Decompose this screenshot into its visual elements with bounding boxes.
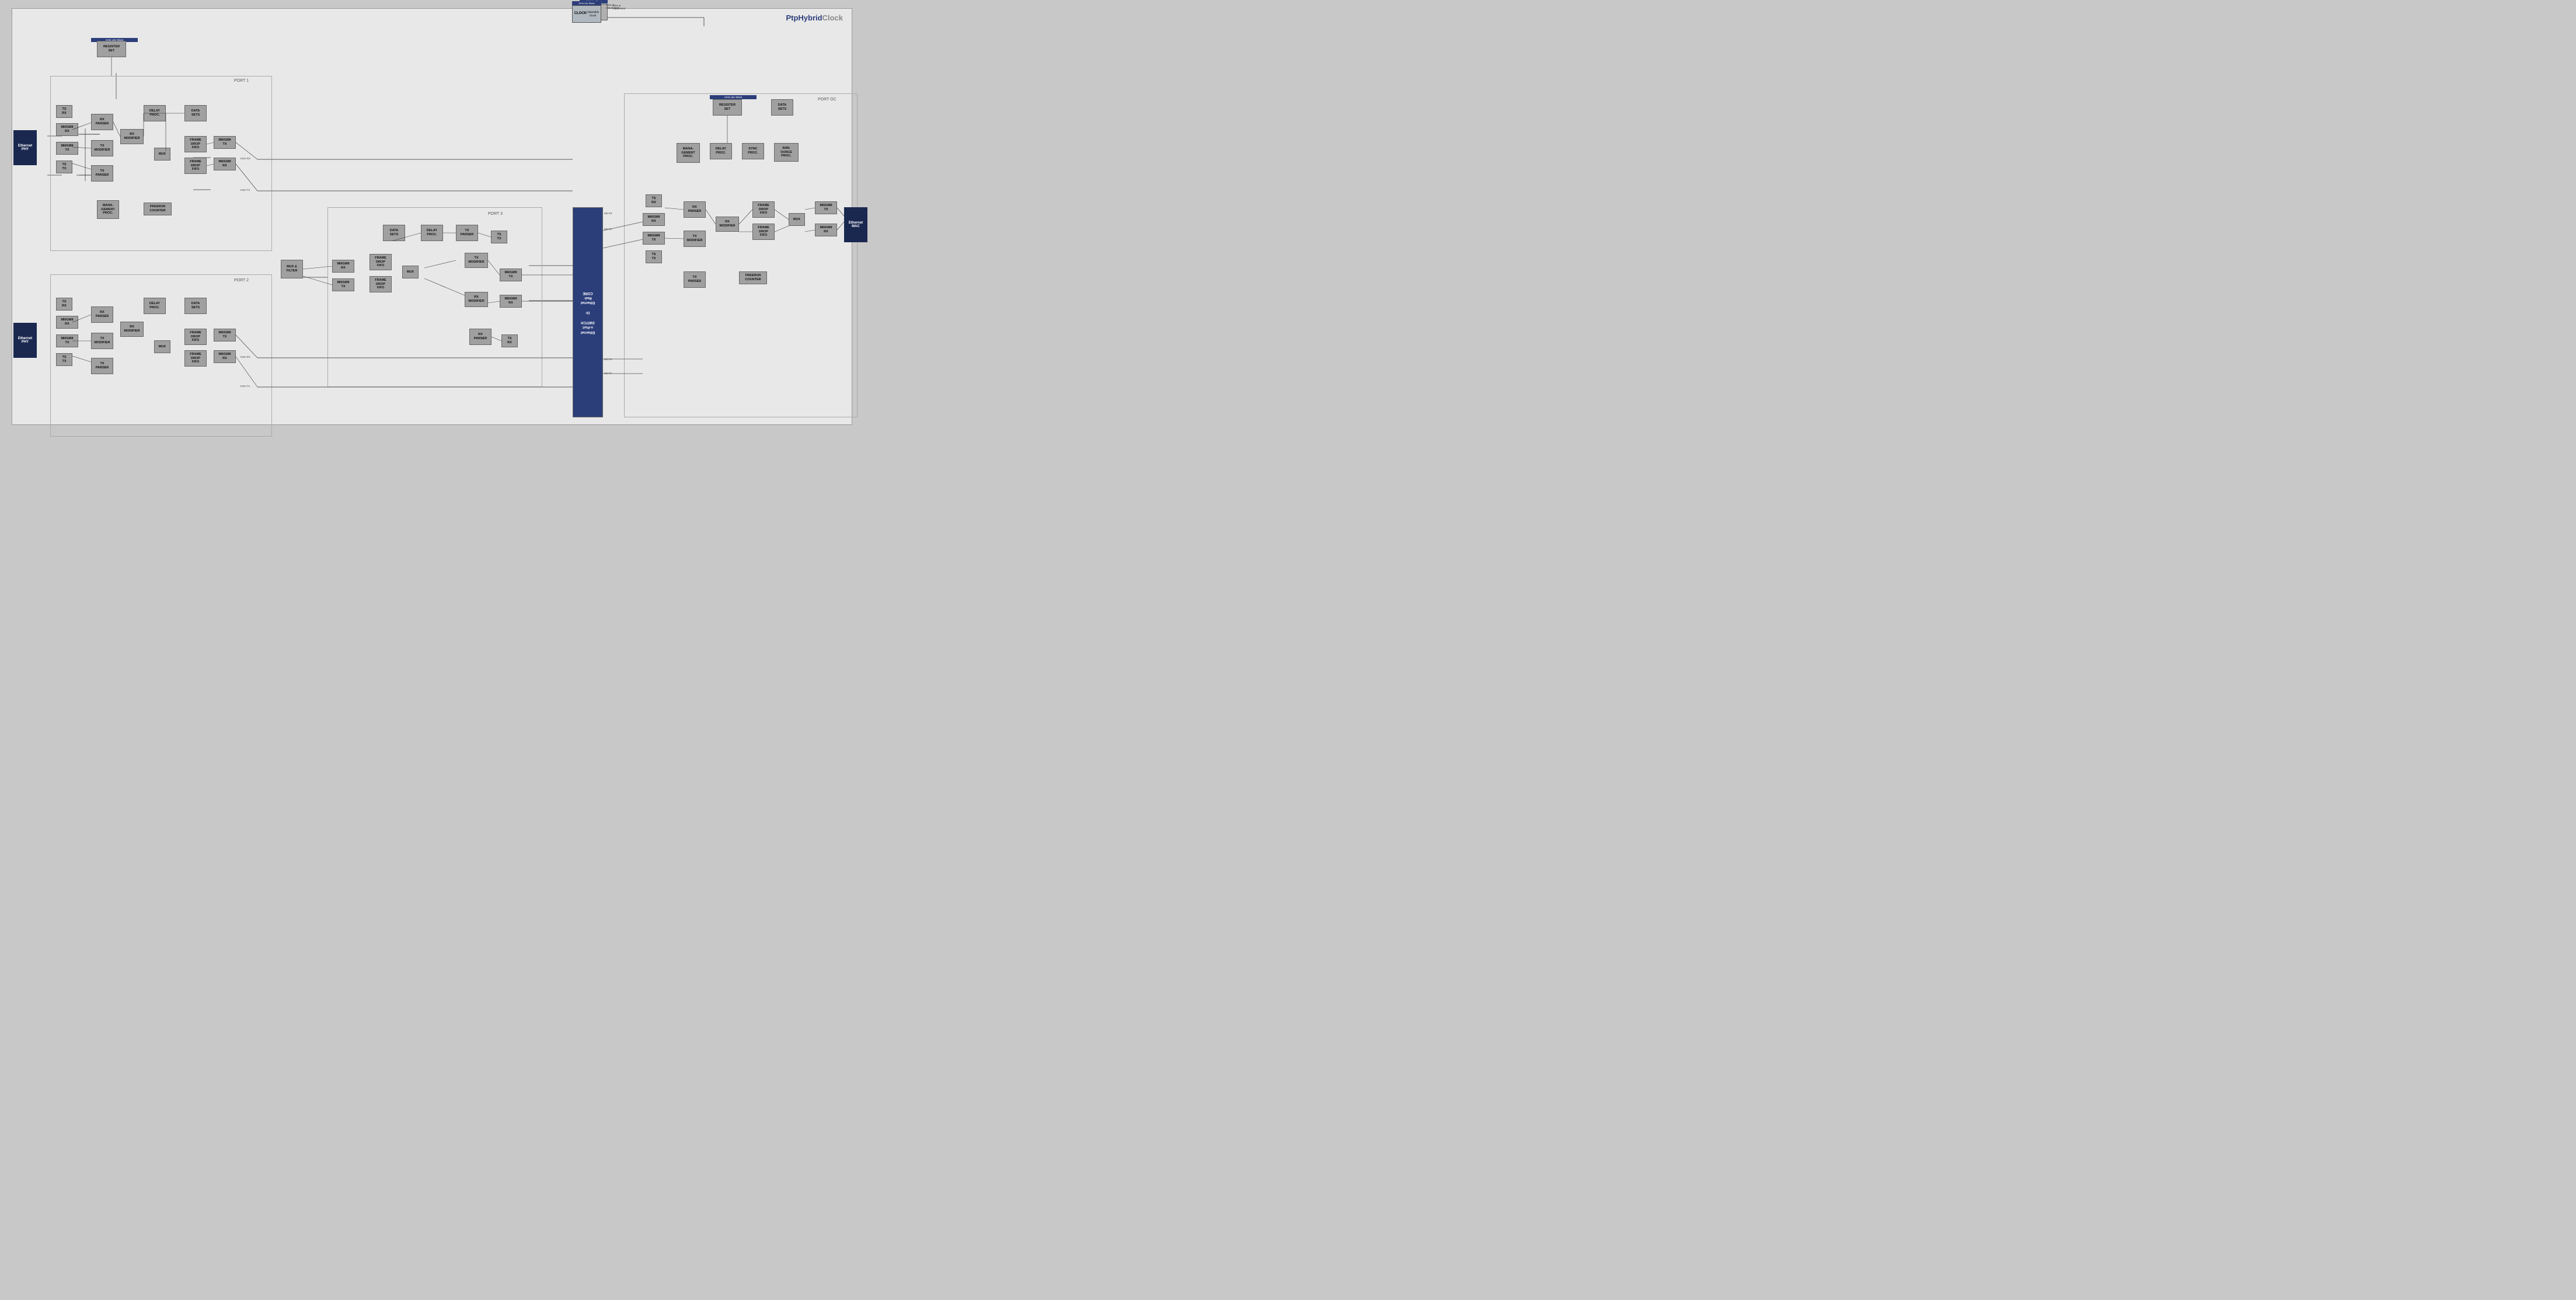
title: PtpHybridClock <box>786 13 843 22</box>
ts-rx-1: TSRX <box>56 105 72 118</box>
ts-tx-oc: TSTX <box>646 250 662 263</box>
ts-tx-1: TSTX <box>56 161 72 173</box>
mii-gmii-tx-3b: MII/GMIITX <box>500 269 522 281</box>
ann-ounce-proc-oc: ANN-OUNCEPROC. <box>774 143 799 162</box>
mii-gmii-tx-1: MII/GMIITX <box>56 142 78 155</box>
tx-modifier-1: TXMODIFIER <box>91 140 113 156</box>
data-sets-1: DATASETS <box>184 105 207 121</box>
delay-proc-3: DELAYPROC. <box>421 225 443 241</box>
tx-parser-2: TXPARSER <box>91 358 113 374</box>
tx-modifier-2: TXMODIFIER <box>91 333 113 349</box>
clock-axi-label: AXI4 Lite Slave <box>572 1 601 5</box>
mii-tx2-label: MII TX <box>604 372 612 375</box>
mii-gmii-rx-3a: MII/GMIIRX <box>332 260 354 273</box>
tx-modifier-3: TXMODIFIER <box>465 253 488 268</box>
delay-proc-2: DELAYPROC. <box>144 298 166 314</box>
title-clock: Clock <box>822 13 843 22</box>
mux-2: MUX <box>154 340 170 353</box>
port1-label: PORT 1 <box>234 79 249 83</box>
rx-parser-3: RXPARSER <box>469 329 492 345</box>
tx-modifier-oc: TXMODIFIER <box>684 231 706 247</box>
port3-label: PORT 3 <box>488 212 503 216</box>
mii-gmii-tx-oc-a: MII/GMIITX <box>643 232 665 245</box>
mii-rx-label: MII RX <box>604 212 612 215</box>
tx-parser-3: TXPARSER <box>456 225 478 241</box>
mii-gmii-rx-oc-b: MII/GMIIRX <box>815 224 837 236</box>
ethernet-mac: EthernetMAC <box>844 207 867 242</box>
mii-rx2-label: MII RX <box>604 358 612 361</box>
ethernet-phy-1: EthernetPHY <box>13 130 37 165</box>
axis-rx-label-1: AXIS RX <box>240 157 250 160</box>
rx-modifier-oc: RXMODIFIER <box>716 217 739 232</box>
mii-gmii-rx-1: MII/GMIIRX <box>56 123 78 136</box>
sync-proc-oc: SYNCPROC. <box>742 143 764 159</box>
tx-parser-1: TXPARSER <box>91 165 113 182</box>
register-set-oc: REGISTERSET <box>713 99 742 116</box>
clock-time-adjust-label: Time &Adjustment <box>606 4 619 9</box>
tx-parser-oc: TXPARSER <box>684 271 706 288</box>
delay-proc-oc: DELAYPROC. <box>710 143 732 159</box>
mii-gmii-rx-2b: MII/GMIIRX <box>214 350 236 363</box>
ts-rx-3: TSRX <box>501 334 518 347</box>
title-ptp: Ptp <box>786 13 798 22</box>
ethernet-switch: Ethernetn-PortSWITCHOrEthernetRed-CORE <box>573 207 603 417</box>
rx-parser-oc: RXPARSER <box>684 201 706 218</box>
mii-gmii-tx-2b: MII/GMIITX <box>214 329 236 341</box>
rx-modifier-3: RXMODIFIER <box>465 292 488 307</box>
port1-region <box>50 76 272 251</box>
frame-drop-fifo-2b: FRAMEDROPFIFO <box>184 350 207 367</box>
freerun-counter-1: FREERUNCOUNTER <box>144 203 172 215</box>
data-sets-oc: DATASETS <box>771 99 793 116</box>
frame-drop-fifo-2a: FRAMEDROPFIFO <box>184 329 207 345</box>
mii-gmii-rx-oc-a: MII/GMIIRX <box>643 213 665 226</box>
mux-filter: MUX &FILTER <box>281 260 303 278</box>
frame-drop-fifo-3a: FRAMEDROPFIFO <box>370 254 392 270</box>
mux-3: MUX <box>402 266 419 278</box>
axis-tx-label-1: AXIS TX <box>240 189 250 191</box>
frame-drop-fifo-1b: FRAMEDROPFIFO <box>184 158 207 174</box>
mii-gmii-rx-1b: MII/GMIIRX <box>214 158 236 170</box>
ts-tx-2: TSTX <box>56 353 72 366</box>
mii-gmii-tx-oc-b: MII/GMIITX <box>815 201 837 214</box>
axis-rx-label-2: AXIS RX <box>240 356 250 358</box>
data-sets-2: DATASETS <box>184 298 207 314</box>
port2-label: PORT 2 <box>234 278 249 283</box>
management-proc-oc: MANA-GEMENTPROC. <box>677 143 700 163</box>
mux-1: MUX <box>154 148 170 161</box>
rx-modifier-1: RXMODIFIER <box>120 129 144 144</box>
delay-proc-1: DELAYPROC. <box>144 105 166 121</box>
ethernet-phy-2: EthernetPHY <box>13 323 37 358</box>
ts-rx-oc: TSRX <box>646 194 662 207</box>
axis-tx-label-2: AXIS TX <box>240 385 250 388</box>
main-diagram: PtpHybridClock AXI4 Lite Slave CLOCKAdju… <box>12 8 852 425</box>
port-oc-label: PORT OC <box>818 97 836 102</box>
mii-gmii-rx-3b: MII/GMIIRX <box>500 295 522 308</box>
frame-drop-fifo-oc-b: FRAMEDROPFIFO <box>752 224 775 240</box>
frame-drop-fifo-3b: FRAMEDROPFIFO <box>370 276 392 292</box>
mii-gmii-tx-2: MII/GMIITX <box>56 334 78 347</box>
rx-parser-1: RXPARSER <box>91 114 113 130</box>
management-proc-1: MANA-GEMENTPROC. <box>97 200 119 219</box>
mii-gmii-tx-3a: MII/GMIITX <box>332 278 354 291</box>
mux-oc: MUX <box>789 213 805 226</box>
data-sets-3: DATASETS <box>383 225 405 241</box>
rx-parser-2: RXPARSER <box>91 306 113 323</box>
ts-tx-3: TSTX <box>491 231 507 243</box>
frame-drop-fifo-1a: FRAMEDROPFIFO <box>184 136 207 152</box>
mii-gmii-tx-1b: MII/GMIITX <box>214 136 236 149</box>
clock-section: AXI4 Lite Slave CLOCKAdjustableClock <box>572 1 601 23</box>
register-set-block: REGISTERSET <box>97 41 126 57</box>
rx-modifier-2: RXMODIFIER <box>120 322 144 337</box>
mii-tx-label: MII TX <box>604 228 612 231</box>
freerun-counter-oc: FREERUNCOUNTER <box>739 271 767 284</box>
title-hybrid: Hybrid <box>798 13 822 22</box>
mii-gmii-rx-2: MII/GMIIRX <box>56 316 78 329</box>
axi-header-oc: AXI4 Lite Slave <box>710 95 757 99</box>
clock-main-box: CLOCKAdjustableClock <box>572 5 601 23</box>
frame-drop-fifo-oc-a: FRAMEDROPFIFO <box>752 201 775 218</box>
ts-rx-2: TSRX <box>56 298 72 311</box>
